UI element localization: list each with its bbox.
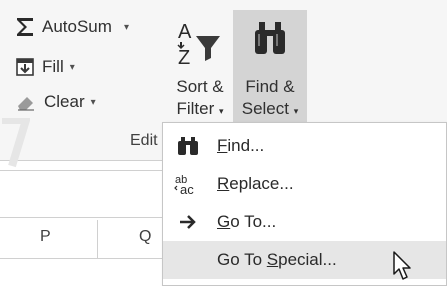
clear-label: Clear bbox=[44, 92, 85, 111]
clear-button[interactable]: Clear ▾ bbox=[14, 92, 96, 112]
replace-icon: ab ac bbox=[163, 173, 213, 195]
mouse-cursor-icon bbox=[393, 251, 411, 280]
grid-line bbox=[0, 217, 165, 218]
menu-item-find[interactable]: Find... bbox=[163, 127, 446, 165]
svg-text:A: A bbox=[178, 21, 192, 43]
menu-replace-label: eplace... bbox=[229, 174, 294, 193]
menu-find-label: ind... bbox=[227, 136, 265, 155]
svg-text:ac: ac bbox=[180, 182, 194, 195]
menu-goto-special-label: pecial... bbox=[278, 250, 337, 269]
sort-filter-button[interactable]: A Z Sort & Filter ▾ bbox=[168, 10, 232, 123]
fill-down-icon bbox=[14, 56, 36, 78]
binoculars-icon bbox=[163, 136, 213, 156]
formula-bar-line bbox=[0, 170, 165, 171]
sigma-icon bbox=[14, 16, 36, 38]
menu-item-goto[interactable]: Go To... bbox=[163, 203, 446, 241]
sort-filter-caret-icon: ▾ bbox=[218, 106, 224, 116]
menu-goto-accel: G bbox=[217, 212, 231, 231]
find-select-line1: Find & bbox=[245, 77, 295, 96]
fill-label: Fill bbox=[42, 57, 64, 76]
arrow-right-icon bbox=[163, 214, 213, 230]
menu-goto-label: o To... bbox=[230, 212, 277, 231]
svg-text:Z: Z bbox=[178, 47, 190, 66]
sort-filter-icon: A Z bbox=[176, 18, 226, 72]
autosum-label: AutoSum bbox=[42, 17, 112, 36]
sort-filter-line2: Filter bbox=[176, 99, 215, 118]
grid-line bbox=[0, 258, 165, 259]
sort-filter-line1: Sort & bbox=[176, 77, 224, 96]
autosum-button[interactable]: AutoSum ▾ bbox=[14, 16, 129, 38]
column-header-q[interactable]: Q bbox=[139, 228, 151, 246]
autosum-caret-icon: ▾ bbox=[123, 21, 129, 33]
menu-find-accel: F bbox=[217, 136, 228, 155]
column-divider bbox=[97, 220, 98, 258]
background-stroke bbox=[2, 118, 30, 168]
column-header-p[interactable]: P bbox=[40, 228, 51, 246]
editing-group-label: Edit bbox=[130, 132, 158, 149]
menu-goto-special-prefix: Go To bbox=[217, 250, 267, 269]
find-select-button[interactable]: Find & Select ▾ bbox=[233, 10, 307, 123]
find-select-line2: Select bbox=[241, 99, 289, 118]
find-select-caret-icon: ▾ bbox=[293, 106, 299, 116]
fill-button[interactable]: Fill ▾ bbox=[14, 56, 75, 78]
eraser-icon bbox=[14, 92, 38, 112]
menu-replace-accel: R bbox=[217, 174, 230, 193]
fill-caret-icon: ▾ bbox=[69, 61, 75, 73]
menu-goto-special-accel: S bbox=[266, 250, 279, 269]
menu-item-replace[interactable]: ab ac Replace... bbox=[163, 165, 446, 203]
binoculars-icon bbox=[252, 20, 288, 62]
clear-caret-icon: ▾ bbox=[90, 96, 96, 108]
